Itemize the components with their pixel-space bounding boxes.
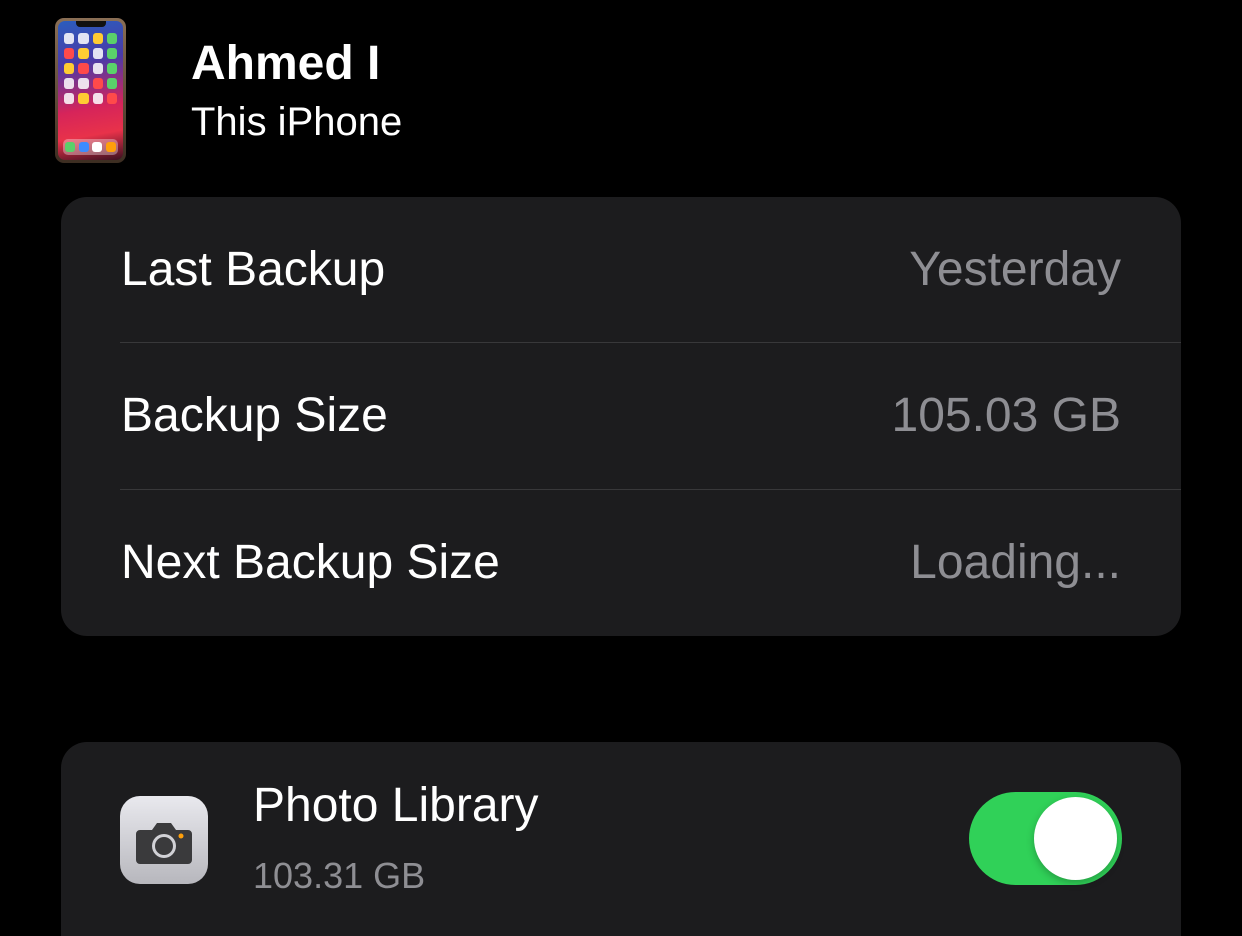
next-backup-size-value: Loading... — [910, 536, 1121, 589]
last-backup-value: Yesterday — [909, 243, 1121, 296]
device-subtitle: This iPhone — [191, 100, 403, 144]
photo-library-size: 103.31 GB — [253, 855, 426, 896]
device-name: Ahmed I — [191, 37, 381, 90]
app-backup-list: Photo Library 103.31 GB — [61, 742, 1181, 936]
camera-icon — [120, 796, 208, 884]
backup-size-row: Backup Size 105.03 GB — [61, 343, 1181, 489]
photo-library-label: Photo Library — [253, 779, 539, 832]
iphone-device-icon — [55, 18, 126, 163]
device-header: Ahmed I This iPhone — [0, 0, 1242, 190]
photo-library-toggle[interactable] — [969, 792, 1122, 885]
last-backup-row: Last Backup Yesterday — [61, 197, 1181, 343]
backup-size-value: 105.03 GB — [891, 389, 1122, 442]
next-backup-size-row: Next Backup Size Loading... — [61, 490, 1181, 636]
backup-info-card: Last Backup Yesterday Backup Size 105.03… — [61, 197, 1181, 636]
backup-settings-page: Ahmed I This iPhone Last Backup Yesterda… — [0, 0, 1242, 936]
toggle-knob — [1034, 797, 1117, 880]
last-backup-label: Last Backup — [121, 243, 386, 296]
backup-size-label: Backup Size — [121, 389, 388, 442]
next-backup-size-label: Next Backup Size — [121, 536, 500, 589]
